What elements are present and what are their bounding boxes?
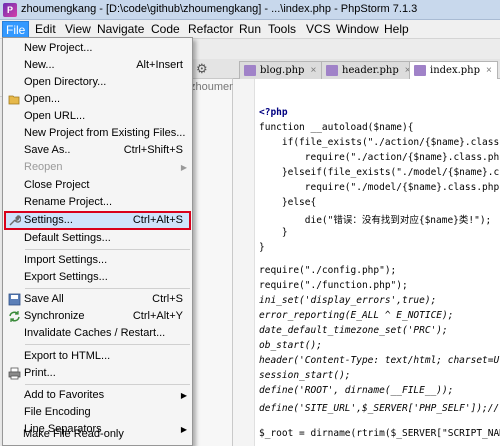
menu-item-make-read-only[interactable]: Make File Read-only — [3, 426, 190, 443]
code-line: }else{ — [259, 197, 317, 208]
code-line: } — [259, 242, 265, 253]
menu-item-print[interactable]: Print... — [4, 365, 191, 382]
code-line: } — [259, 227, 288, 238]
menu-view[interactable]: View — [62, 21, 94, 38]
tab-blog-php[interactable]: blog.php × — [239, 61, 323, 79]
menu-item-export-html[interactable]: Export to HTML... — [4, 348, 191, 365]
wrench-icon — [9, 215, 21, 226]
file-menu-dropdown: New Project... New... Alt+Insert Open Di… — [2, 37, 193, 446]
menu-separator — [25, 344, 190, 345]
code-line: error_reporting(E_ALL ^ E_NOTICE); — [259, 310, 454, 321]
menu-edit[interactable]: Edit — [32, 21, 59, 38]
menu-file[interactable]: File — [2, 21, 30, 38]
sync-icon — [9, 311, 20, 322]
menu-refactor[interactable]: Refactor — [185, 21, 236, 38]
window-title: zhoumengkang - [D:\code\github\zhoumengk… — [21, 3, 418, 15]
folder-open-icon — [8, 95, 20, 105]
menu-item-reopen: Reopen ▶ — [4, 159, 191, 176]
menu-separator — [25, 288, 190, 289]
print-icon — [8, 367, 21, 380]
code-line: ob_start(); — [259, 340, 322, 351]
menu-code[interactable]: Code — [148, 21, 183, 38]
menu-item-save-all[interactable]: Save All Ctrl+S — [4, 291, 191, 308]
php-file-icon — [326, 65, 338, 76]
menu-item-invalidate-caches[interactable]: Invalidate Caches / Restart... — [4, 325, 191, 342]
tab-index-php[interactable]: index.php × — [409, 61, 498, 80]
menu-item-new-project-existing[interactable]: New Project from Existing Files... — [4, 125, 191, 142]
code-line: date_default_timezone_set('PRC'); — [259, 325, 448, 336]
submenu-arrow-icon: ▶ — [180, 163, 187, 172]
menu-navigate[interactable]: Navigate — [94, 21, 147, 38]
submenu-arrow-icon: ▶ — [180, 391, 187, 400]
close-icon[interactable]: × — [310, 65, 316, 76]
code-line: define('ROOT', dirname(__FILE__)); — [259, 385, 454, 396]
gear-icon[interactable]: ⚙ — [196, 61, 208, 77]
code-line: <?php — [259, 107, 288, 118]
menu-item-add-to-favorites[interactable]: Add to Favorites ▶ — [4, 387, 191, 404]
close-icon[interactable]: × — [486, 65, 492, 76]
php-file-icon — [414, 65, 426, 76]
project-pane-header — [188, 59, 233, 79]
phpstorm-logo-icon: P — [3, 3, 17, 17]
code-editor[interactable]: <?php function __autoload($name){ if(fil… — [255, 79, 500, 446]
menu-help[interactable]: Help — [381, 21, 412, 38]
tab-label: header.php — [342, 65, 399, 76]
menu-run[interactable]: Run — [236, 21, 264, 38]
menu-vcs[interactable]: VCS — [303, 21, 334, 38]
code-line: die("错误：没有找到对应{$name}类!"); — [259, 215, 492, 226]
editor-tabs: blog.php × header.php × index.php × — [233, 59, 500, 80]
menu-item-synchronize[interactable]: Synchronize Ctrl+Alt+Y — [4, 308, 191, 325]
code-line: header('Content-Type: text/html; charset… — [259, 355, 500, 366]
menu-separator — [25, 384, 190, 385]
save-all-icon — [8, 293, 21, 306]
php-file-icon — [244, 65, 256, 76]
tab-header-php[interactable]: header.php × — [321, 61, 417, 79]
code-line: define('SITE_URL',$_SERVER['PHP_SELF']);… — [259, 403, 500, 414]
menu-separator — [25, 249, 190, 250]
menu-item-close-project[interactable]: Close Project — [4, 177, 191, 194]
code-line: session_start(); — [259, 370, 351, 381]
menu-item-open[interactable]: Open... — [4, 91, 191, 108]
editor-gutter — [233, 79, 255, 446]
code-line: if(file_exists("./action/{$name}.class.p… — [281, 137, 500, 148]
code-line: require("./config.php"); — [259, 265, 397, 276]
menu-item-import-settings[interactable]: Import Settings... — [4, 252, 191, 269]
code-line: function __autoload($name){ — [259, 122, 414, 133]
code-line: ini_set('display_errors',true); — [259, 295, 437, 306]
code-line: $_root = dirname(rtrim($_SERVER["SCRIPT_… — [259, 428, 500, 439]
code-line: require("./action/{$name}.class.php"); — [259, 152, 500, 163]
menu-window[interactable]: Window — [333, 21, 382, 38]
menu-item-settings[interactable]: Settings... Ctrl+Alt+S — [4, 211, 191, 230]
menu-item-open-url[interactable]: Open URL... — [4, 108, 191, 125]
menu-item-new-project[interactable]: New Project... — [4, 40, 191, 57]
project-pane — [188, 79, 233, 446]
menu-item-export-settings[interactable]: Export Settings... — [4, 269, 191, 286]
menu-item-new[interactable]: New... Alt+Insert — [4, 57, 191, 74]
code-line: }elseif(file_exists("./model/{$name}.cla… — [281, 167, 500, 178]
code-line: require("./function.php"); — [259, 280, 408, 291]
menu-item-rename-project[interactable]: Rename Project... — [4, 194, 191, 211]
menu-item-save-as[interactable]: Save As.. Ctrl+Shift+S — [4, 142, 191, 159]
menu-item-default-settings[interactable]: Default Settings... — [4, 230, 191, 247]
tab-label: index.php — [430, 65, 481, 76]
code-line: require("./model/{$name}.class.php"); — [259, 182, 500, 193]
project-root-label[interactable]: zhoumen — [190, 81, 235, 93]
tab-label: blog.php — [260, 65, 305, 76]
menu-item-open-directory[interactable]: Open Directory... — [4, 74, 191, 91]
menu-item-file-encoding[interactable]: File Encoding — [4, 404, 191, 421]
title-bar: P zhoumengkang - [D:\code\github\zhoumen… — [0, 0, 500, 20]
menu-tools[interactable]: Tools — [265, 21, 299, 38]
